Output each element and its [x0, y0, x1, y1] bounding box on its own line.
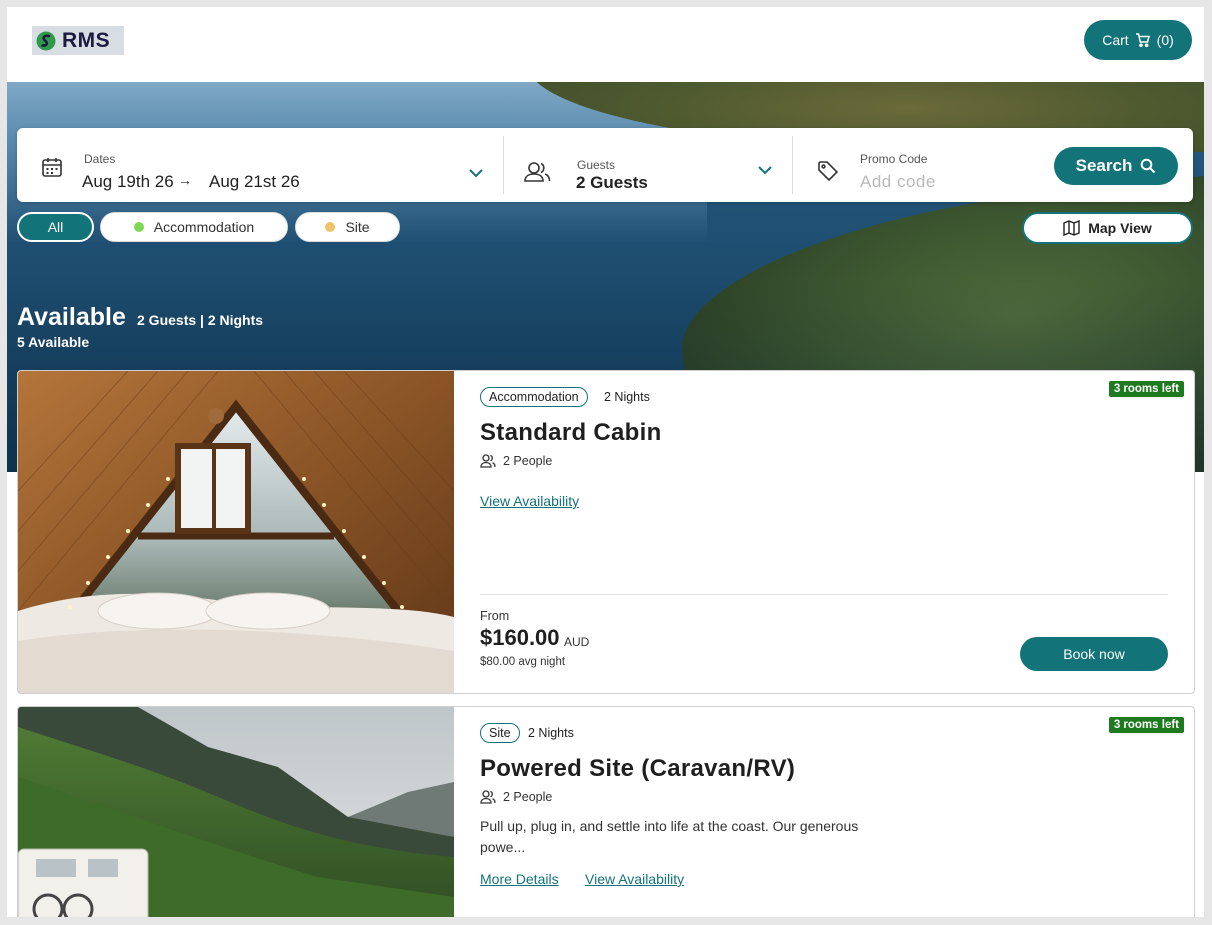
guests-label: Guests	[577, 158, 616, 172]
people-icon	[480, 454, 496, 468]
price-currency: AUD	[564, 635, 590, 649]
filter-all[interactable]: All	[17, 212, 94, 242]
price-value: $160.00	[480, 625, 560, 650]
top-navbar: RMS Cart (0)	[7, 7, 1204, 82]
filter-accommodation-label: Accommodation	[153, 219, 255, 235]
type-tag: Site	[480, 723, 520, 743]
search-icon	[1141, 158, 1156, 174]
filter-all-label: All	[47, 219, 64, 235]
type-tag: Accommodation	[480, 387, 588, 407]
booking-page: RMS Cart (0) Dates Aug 19th 26 → Aug 21s…	[7, 7, 1204, 917]
promo-label: Promo Code	[860, 152, 928, 166]
promo-input[interactable]: Add code	[860, 172, 936, 192]
price-from-label: From	[480, 609, 510, 623]
available-subtitle: 2 Guests | 2 Nights	[137, 312, 264, 328]
rms-logo[interactable]: RMS	[32, 26, 124, 55]
people-icon	[480, 790, 496, 804]
rooms-left-badge: 3 rooms left	[1108, 381, 1184, 397]
avg-night-price: $80.00 avg night	[480, 656, 566, 668]
caravan-site-image	[18, 707, 454, 917]
accommodation-dot-icon	[133, 222, 144, 232]
map-icon	[1063, 220, 1080, 236]
listing-details: Accommodation 2 Nights 3 rooms left Stan…	[480, 371, 1194, 693]
divider	[480, 594, 1168, 595]
logo-mark-icon	[36, 31, 56, 50]
cart-label: Cart	[1102, 32, 1129, 48]
guests-icon	[524, 162, 551, 182]
date-from: Aug 19th 26	[82, 172, 174, 191]
listing-card: Accommodation 2 Nights 3 rooms left Stan…	[17, 370, 1195, 694]
search-button[interactable]: Search	[1054, 147, 1178, 185]
cart-button[interactable]: Cart (0)	[1084, 20, 1192, 60]
dates-label: Dates	[84, 152, 116, 166]
book-now-button[interactable]: Book now	[1020, 637, 1168, 671]
filter-site-label: Site	[345, 219, 370, 235]
calendar-icon	[42, 158, 62, 177]
map-view-label: Map View	[1088, 220, 1152, 236]
nights-label: 2 Nights	[604, 390, 650, 404]
date-to: Aug 21st 26	[209, 172, 300, 191]
cabin-photo	[18, 371, 454, 693]
nights-label: 2 Nights	[528, 726, 574, 740]
cart-icon	[1135, 33, 1150, 48]
search-bar: Dates Aug 19th 26 → Aug 21st 26 Guests 2…	[17, 128, 1193, 202]
chevron-down-icon	[758, 166, 772, 175]
view-availability-link[interactable]: View Availability	[585, 871, 684, 887]
site-photo	[18, 707, 454, 917]
cart-count: (0)	[1156, 32, 1174, 48]
listing-title: Powered Site (Caravan/RV)	[480, 755, 796, 782]
view-availability-link[interactable]: View Availability	[480, 493, 579, 509]
available-count: 5 Available	[17, 334, 90, 350]
date-arrow: →	[178, 172, 192, 188]
rooms-left-badge: 3 rooms left	[1108, 717, 1184, 733]
capacity-label: 2 People	[503, 454, 553, 468]
more-details-link[interactable]: More Details	[480, 871, 559, 887]
map-view-button[interactable]: Map View	[1022, 212, 1193, 244]
listing-title: Standard Cabin	[480, 419, 662, 446]
search-button-label: Search	[1075, 156, 1133, 175]
capacity-label: 2 People	[503, 790, 553, 804]
dates-field[interactable]: Dates Aug 19th 26 → Aug 21st 26	[17, 128, 503, 202]
tag-icon	[818, 161, 839, 182]
filter-site[interactable]: Site	[295, 212, 400, 242]
capacity: 2 People	[480, 790, 552, 804]
site-dot-icon	[325, 222, 336, 232]
cabin-interior-image	[18, 371, 454, 693]
capacity: 2 People	[480, 454, 552, 468]
filter-accommodation[interactable]: Accommodation	[100, 212, 288, 242]
listing-card: Site 2 Nights 3 rooms left Powered Site …	[17, 706, 1195, 917]
listing-description: Pull up, plug in, and settle into life a…	[480, 818, 859, 855]
chevron-down-icon	[469, 169, 483, 178]
logo-text: RMS	[62, 28, 111, 52]
guests-field[interactable]: Guests 2 Guests	[504, 128, 792, 202]
available-heading: Available	[17, 303, 126, 331]
guests-value: 2 Guests	[576, 173, 648, 192]
listing-details: Site 2 Nights 3 rooms left Powered Site …	[480, 707, 1194, 917]
promo-field[interactable]: Promo Code Add code	[793, 128, 1043, 202]
